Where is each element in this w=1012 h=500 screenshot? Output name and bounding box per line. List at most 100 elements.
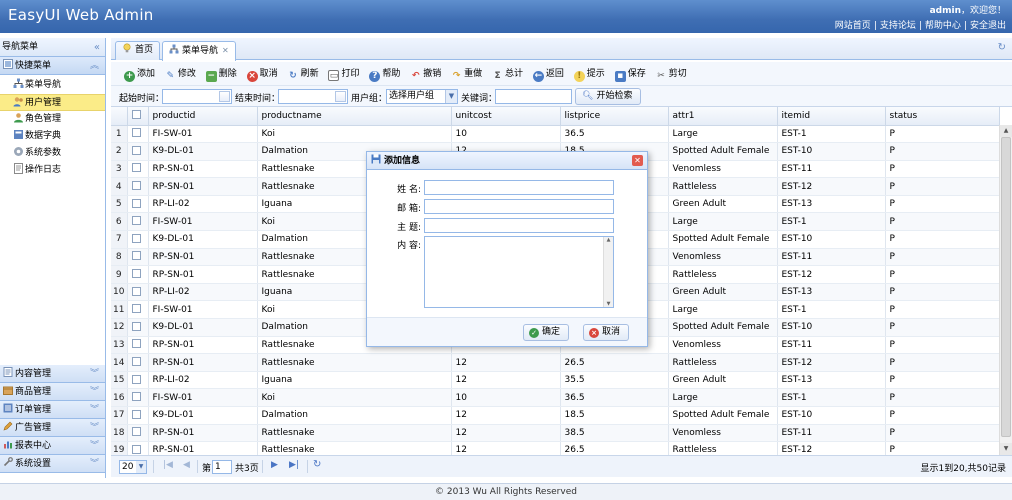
- back-button[interactable]: ← 返回: [530, 63, 568, 85]
- user-group-select[interactable]: 选择用户组 ▼: [386, 89, 458, 104]
- content-textarea[interactable]: ▲ ▼: [424, 236, 614, 308]
- vertical-scrollbar[interactable]: ▲ ▼: [999, 125, 1012, 455]
- accordion-content-management[interactable]: 内容管理 ︾: [0, 365, 105, 383]
- table-row[interactable]: 15 RP-LI-02 Iguana 12 35.5 Green Adult EST-13 P: [111, 371, 1000, 390]
- scroll-up-icon[interactable]: ▲: [1000, 125, 1012, 137]
- table-row[interactable]: 14 RP-SN-01 Rattlesnake 12 26.5 Rattleless EST…: [111, 353, 1000, 372]
- chevron-down-icon[interactable]: ▼: [136, 461, 146, 473]
- sidebar-item-role-management[interactable]: 角色管理: [0, 111, 105, 128]
- last-page-icon[interactable]: ▶|: [289, 460, 299, 470]
- edit-button[interactable]: ✎ 修改: [162, 63, 200, 85]
- calendar-icon[interactable]: [335, 91, 346, 102]
- table-row[interactable]: 19 RP-SN-01 Rattlesnake 12 26.5 Rattleless EST…: [111, 441, 1000, 455]
- row-checkbox[interactable]: [131, 216, 141, 226]
- sum-button[interactable]: Σ 总计: [489, 63, 527, 85]
- start-time-input[interactable]: [162, 89, 232, 104]
- sidebar-item-system-params[interactable]: 系统参数: [0, 145, 105, 162]
- sidebar-item-user-management[interactable]: 用户管理: [0, 94, 105, 111]
- confirm-button[interactable]: ✓ 确定: [523, 324, 570, 341]
- table-row[interactable]: 17 K9-DL-01 Dalmation 12 18.5 Spotted Adult F…: [111, 406, 1000, 425]
- collapse-sidebar-icon[interactable]: «: [94, 38, 100, 57]
- row-checkbox[interactable]: [131, 304, 141, 314]
- accordion-quick-menu[interactable]: 快捷菜单 ︽: [0, 57, 105, 75]
- tab-home[interactable]: 首页: [115, 41, 161, 60]
- close-icon[interactable]: ✕: [632, 155, 643, 166]
- textarea-scrollbar[interactable]: ▲ ▼: [603, 237, 613, 307]
- calendar-icon[interactable]: [219, 91, 230, 102]
- column-header[interactable]: listprice: [560, 107, 669, 126]
- column-header[interactable]: unitcost: [451, 107, 561, 126]
- subject-input[interactable]: [424, 218, 614, 233]
- row-checkbox[interactable]: [131, 286, 141, 296]
- end-time-input[interactable]: [278, 89, 348, 104]
- chevron-up-icon[interactable]: ︽: [90, 57, 99, 75]
- row-checkbox[interactable]: [131, 145, 141, 155]
- undo-button[interactable]: ↶ 撤销: [407, 63, 445, 85]
- row-checkbox[interactable]: [131, 357, 141, 367]
- row-checkbox[interactable]: [131, 409, 141, 419]
- search-button[interactable]: 🔍︎ 开始检索: [575, 88, 642, 105]
- save-button[interactable]: ▪ 保存: [612, 63, 650, 85]
- table-row[interactable]: 1 FI-SW-01 Koi 10 36.5 Large EST-1 P: [111, 125, 1000, 144]
- chevron-down-icon[interactable]: ︾: [90, 383, 99, 401]
- select-all-checkbox[interactable]: [131, 110, 141, 120]
- table-row[interactable]: 18 RP-SN-01 Rattlesnake 12 38.5 Venomless EST-…: [111, 424, 1000, 443]
- refresh-icon[interactable]: ↻: [313, 459, 321, 470]
- help-button[interactable]: ? 帮助: [366, 63, 404, 85]
- column-header[interactable]: productid: [148, 107, 258, 126]
- row-checkbox[interactable]: [131, 269, 141, 279]
- row-checkbox[interactable]: [131, 321, 141, 331]
- first-page-icon[interactable]: |◀: [163, 460, 173, 470]
- delete-button[interactable]: − 删除: [203, 63, 241, 85]
- link-forum[interactable]: 支持论坛: [880, 21, 916, 31]
- dialog-cancel-button[interactable]: × 取消: [583, 324, 630, 341]
- refresh-button[interactable]: ↻ 刷新: [285, 63, 323, 85]
- accordion-report-center[interactable]: 报表中心 ︾: [0, 437, 105, 455]
- scrollbar-thumb[interactable]: [1001, 137, 1011, 437]
- chevron-down-icon[interactable]: ︾: [90, 419, 99, 437]
- table-row[interactable]: 16 FI-SW-01 Koi 10 36.5 Large EST-1 P: [111, 388, 1000, 407]
- row-checkbox[interactable]: [131, 392, 141, 402]
- cancel-button[interactable]: × 取消: [244, 63, 282, 85]
- accordion-order-management[interactable]: 订单管理 ︾: [0, 401, 105, 419]
- row-checkbox[interactable]: [131, 427, 141, 437]
- row-checkbox[interactable]: [131, 339, 141, 349]
- row-checkbox[interactable]: [131, 163, 141, 173]
- row-checkbox[interactable]: [131, 181, 141, 191]
- row-checkbox[interactable]: [131, 128, 141, 138]
- add-button[interactable]: + 添加: [121, 63, 159, 85]
- chevron-down-icon[interactable]: ︾: [90, 365, 99, 383]
- sidebar-item-data-dictionary[interactable]: 数据字典: [0, 128, 105, 145]
- chevron-down-icon[interactable]: ︾: [90, 455, 99, 473]
- row-checkbox[interactable]: [131, 251, 141, 261]
- sidebar-item-operation-log[interactable]: 操作日志: [0, 162, 105, 179]
- page-size-select[interactable]: 20 ▼: [119, 460, 147, 474]
- column-header[interactable]: productname: [257, 107, 452, 126]
- column-header[interactable]: attr1: [668, 107, 778, 126]
- redo-button[interactable]: ↷ 重做: [448, 63, 486, 85]
- link-logout[interactable]: 安全退出: [970, 21, 1006, 31]
- page-number-input[interactable]: 1: [212, 460, 232, 474]
- row-checkbox[interactable]: [131, 444, 141, 454]
- column-header[interactable]: status: [885, 107, 1000, 126]
- close-icon[interactable]: ✕: [222, 46, 229, 55]
- scroll-down-icon[interactable]: ▼: [1000, 443, 1012, 455]
- print-button[interactable]: ▭ 打印: [325, 63, 363, 85]
- next-page-icon[interactable]: ▶: [271, 460, 278, 470]
- tip-button[interactable]: ! 提示: [571, 63, 609, 85]
- refresh-icon[interactable]: ↻: [998, 42, 1006, 53]
- chevron-down-icon[interactable]: ︾: [90, 437, 99, 455]
- accordion-system-settings[interactable]: 系统设置 ︾: [0, 455, 105, 473]
- scroll-down-icon[interactable]: ▼: [604, 301, 613, 307]
- tab-menu-nav[interactable]: 菜单导航 ✕: [162, 41, 236, 61]
- row-checkbox[interactable]: [131, 374, 141, 384]
- row-checkbox[interactable]: [131, 198, 141, 208]
- scroll-up-icon[interactable]: ▲: [604, 237, 613, 243]
- link-help[interactable]: 帮助中心: [925, 21, 961, 31]
- accordion-product-management[interactable]: 商品管理 ︾: [0, 383, 105, 401]
- keyword-input[interactable]: [495, 89, 572, 104]
- name-input[interactable]: [424, 180, 614, 195]
- sidebar-item-menu-nav[interactable]: 菜单导航: [0, 77, 105, 94]
- accordion-ad-management[interactable]: 广告管理 ︾: [0, 419, 105, 437]
- prev-page-icon[interactable]: ◀: [183, 460, 190, 470]
